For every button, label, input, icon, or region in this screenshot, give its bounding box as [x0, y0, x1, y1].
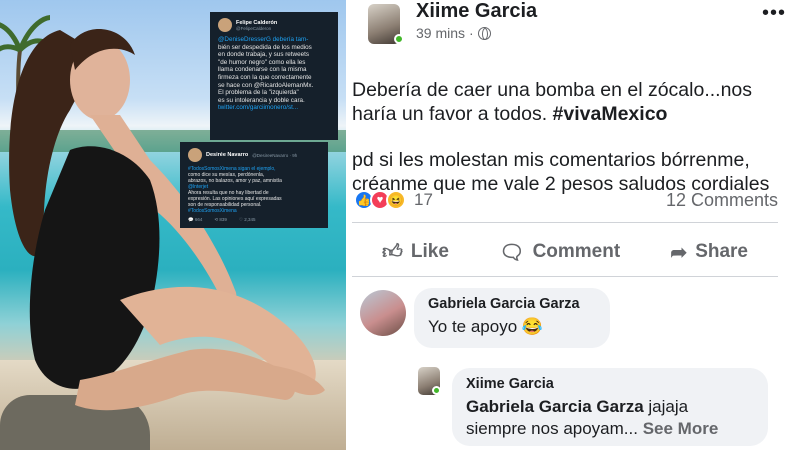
tweet-mention: @DeniseDresserG debería tam- [218, 36, 309, 43]
facebook-post: Xiime Garcia 39 mins · ••• Debería de ca… [346, 0, 800, 450]
twitter-avatar [188, 148, 202, 162]
tweet-hashtag: #TodosSomosXimena [188, 208, 237, 214]
tweet-stats: 💬 664 ⟲ 839 ♡ 2,345 [188, 217, 320, 223]
like-label: Like [410, 241, 449, 262]
tweet-screenshot-calderon: Felipe Calderón @FelipeCalderon @DeniseD… [210, 12, 338, 140]
tweet-screenshot-navarro: Desirée Navarro @DesireeNavarro · 9h #To… [180, 142, 328, 228]
post-text-line: haría un favor a todos. [352, 103, 553, 125]
tweet-line: se hace con @RicardoAlemanMx. [218, 81, 314, 89]
reply-text-part: siempre nos apoyam... [466, 419, 638, 438]
share-arrow-icon: ➦ [670, 241, 688, 264]
reply-text: Gabriela Garcia Garza jajaja siempre nos… [466, 396, 754, 440]
tweet-text: #TodosSomosXimena sigan el ejemplo, como… [188, 166, 320, 214]
post-hashtag[interactable]: #vivaMexico [553, 103, 668, 125]
meta-separator: · [469, 25, 474, 41]
globe-icon [477, 26, 491, 40]
post-time[interactable]: 39 mins [416, 25, 465, 41]
like-button[interactable]: 👍︎ Like [382, 240, 449, 264]
share-button[interactable]: ➦ Share [670, 240, 748, 265]
share-label: Share [695, 241, 748, 262]
reply-mention[interactable]: Gabriela Garcia Garza [466, 397, 644, 416]
tweet-line: "de humor negro" como ella les [218, 58, 306, 66]
online-status-icon [394, 34, 404, 44]
reactions-summary[interactable]: 👍 ♥ 😆 17 [354, 190, 433, 210]
tweet-line: bién ser despedida de los medios [218, 43, 312, 51]
speech-bubble-icon: 🗨︎ [499, 241, 525, 264]
reply-bubble: Xiime Garcia Gabriela Garcia Garza jajaj… [452, 368, 768, 446]
reaction-count: 17 [414, 190, 433, 209]
post-author[interactable]: Xiime Garcia [416, 0, 537, 23]
tweet-line: llama condenarse con la misma [218, 66, 307, 74]
comment-button[interactable]: 🗨︎ Comment [499, 240, 620, 265]
twitter-avatar [218, 18, 232, 32]
comment-author[interactable]: Gabriela Garcia Garza [428, 296, 596, 312]
reply-text-part: jajaja [643, 397, 689, 416]
tweet-line: en donde trabaja, y sus retweets [218, 51, 310, 59]
see-more-link[interactable]: See More [638, 419, 719, 438]
retweet-count-value: 839 [219, 217, 227, 222]
divider [352, 222, 778, 223]
post-actions: 👍︎ Like 🗨︎ Comment ➦ Share [352, 230, 778, 274]
more-options-icon[interactable]: ••• [762, 2, 786, 25]
tweet-author: Felipe Calderón [236, 19, 278, 26]
haha-reaction-icon: 😆 [386, 190, 406, 210]
like-count-value: 2,345 [244, 217, 256, 222]
comment-text: Yo te apoyo 😂 [428, 317, 544, 336]
tweet-line: es su intolerancia y doble cara. [218, 96, 305, 104]
tweet-line: El problema de la "izquierda" [218, 89, 299, 97]
commenter-avatar[interactable] [360, 290, 406, 336]
thumbs-up-icon: 👍︎ [382, 241, 403, 263]
reply-count-value: 664 [194, 217, 203, 222]
tweet-line: firmeza con la que correctamente [218, 73, 312, 81]
comment-label: Comment [532, 241, 621, 262]
comment-count[interactable]: 12 Comments [666, 190, 778, 211]
post-meta: 39 mins · [416, 25, 491, 41]
divider [352, 276, 778, 277]
like-count: ♡ 2,345 [238, 217, 256, 222]
retweet-count: ⟲ 839 [214, 217, 227, 222]
comment-bubble: Gabriela Garcia Garza Yo te apoyo 😂 [414, 288, 610, 348]
tweet-link: twitter.com/garciimonero/st... [218, 104, 299, 112]
tweet-handle: @FelipeCalderon [236, 25, 272, 31]
online-status-icon [432, 386, 441, 395]
tweet-text: @DeniseDresserG debería tam- bién ser de… [218, 36, 330, 112]
tweet-author: Desirée Navarro [206, 152, 249, 158]
reply-author[interactable]: Xiime Garcia [466, 376, 754, 392]
beach-photo: Felipe Calderón @FelipeCalderon @DeniseD… [0, 0, 346, 450]
post-text-line: pd si les molestan mis comentarios bórre… [352, 149, 750, 171]
reply-count: 💬 664 [188, 217, 203, 222]
post-text-line: Debería de caer una bomba en el zócalo..… [352, 79, 753, 101]
tweet-handle: @DesireeNavarro · 9h [252, 152, 298, 158]
